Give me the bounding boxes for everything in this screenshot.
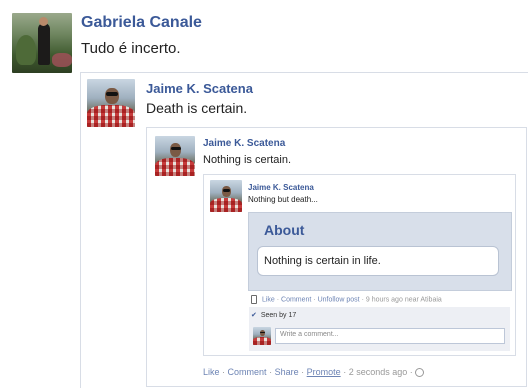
author-avatar[interactable] [12, 13, 72, 73]
nested-post-time[interactable]: 2 seconds ago [349, 367, 408, 377]
seen-by-count[interactable]: Seen by 17 [261, 312, 296, 319]
promote-link[interactable]: Promote [307, 367, 341, 377]
comment-input[interactable]: Write a comment... [275, 328, 505, 344]
separator: · [343, 367, 347, 377]
separator: · [269, 367, 273, 377]
comment-link[interactable]: Comment [281, 296, 311, 303]
like-link[interactable]: Like [203, 367, 220, 377]
nested-author-name[interactable]: Jaime K. Scatena [203, 138, 285, 149]
inner-post-time[interactable]: 9 hours ago [366, 296, 403, 303]
unfollow-post-link[interactable]: Unfollow post [318, 296, 360, 303]
post-text: Tudo é incerto. [81, 40, 181, 57]
nested-action-bar: Like · Comment · Share · Promote · 2 sec… [203, 367, 425, 378]
commenter-avatar [253, 327, 271, 345]
post-author-name[interactable]: Gabriela Canale [81, 14, 202, 32]
about-text: Nothing is certain in life. [264, 255, 381, 267]
inner-author-name[interactable]: Jaime K. Scatena [248, 183, 314, 192]
inner-author-avatar[interactable] [210, 180, 242, 212]
share-link[interactable]: Share [275, 367, 299, 377]
inner-post-text: Nothing but death... [248, 195, 318, 204]
globe-icon[interactable] [415, 368, 425, 378]
checkmark-icon: ✔ [251, 312, 257, 319]
seen-by-row: ✔ Seen by 17 [251, 311, 296, 319]
nested-post-text: Nothing is certain. [203, 154, 292, 166]
shared-post-text: Death is certain. [146, 100, 248, 116]
like-link[interactable]: Like [262, 296, 275, 303]
about-title: About [264, 222, 305, 238]
inner-post-location[interactable]: near Atibaia [405, 296, 442, 303]
separator: · [222, 367, 226, 377]
shared-author-avatar[interactable] [87, 79, 135, 127]
inner-action-bar: Like · Comment · Unfollow post · 9 hours… [251, 295, 442, 304]
mobile-icon [251, 295, 257, 304]
separator: · [409, 367, 413, 377]
comment-link[interactable]: Comment [228, 367, 267, 377]
shared-author-name[interactable]: Jaime K. Scatena [146, 81, 253, 96]
nested-author-avatar[interactable] [155, 136, 195, 176]
comment-placeholder: Write a comment... [280, 331, 339, 338]
separator: · [301, 367, 305, 377]
